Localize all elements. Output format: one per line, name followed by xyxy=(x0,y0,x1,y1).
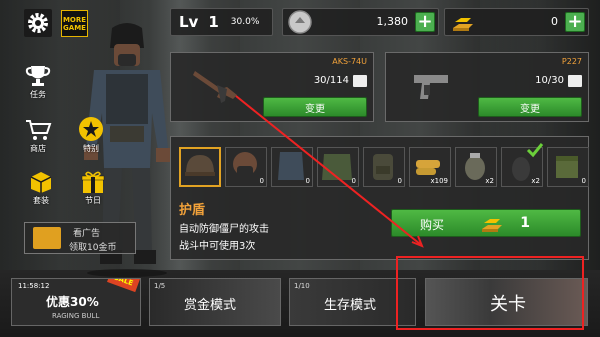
add-gold-button[interactable]: + xyxy=(565,12,585,32)
package-label: 套装 xyxy=(33,196,49,205)
secondary-weapon-ammo: 10/30 xyxy=(535,75,564,86)
item-count: 0 xyxy=(351,177,356,185)
change-secondary-button[interactable]: 变更 xyxy=(478,97,582,117)
helmet-icon xyxy=(185,155,215,176)
package-box-icon xyxy=(30,172,52,193)
task-button[interactable]: 任务 xyxy=(24,64,52,100)
secondary-weapon-panel: P227 10/30 变更 xyxy=(385,52,589,122)
sale-label: 优惠30% xyxy=(46,295,99,309)
pistol-icon xyxy=(414,75,448,99)
primary-weapon-ammo: 30/114 xyxy=(313,75,349,86)
gas-mask-item[interactable]: 0 xyxy=(225,147,267,187)
sale-offer-button[interactable]: 11:58:12 优惠30% RAGING BULL SALE xyxy=(11,278,141,326)
shop-label: 商店 xyxy=(30,144,46,153)
item-desc-line2: 战斗中可使用3次 xyxy=(179,241,256,252)
add-coins-button[interactable]: + xyxy=(415,12,435,32)
primary-weapon-name: AKS-74U xyxy=(332,57,367,66)
ammo-box-icon xyxy=(556,156,578,178)
settings-gear-icon[interactable] xyxy=(24,9,52,37)
shop-button[interactable]: 商店 xyxy=(24,118,52,154)
level-number: 1 xyxy=(208,13,219,31)
secondary-weapon-name: P227 xyxy=(561,57,582,66)
primary-weapon-panel: AKS-74U 30/114 变更 xyxy=(170,52,374,122)
task-label: 任务 xyxy=(30,90,46,99)
bullet-icon xyxy=(568,75,582,87)
gift-icon xyxy=(81,171,105,193)
watch-ad-button[interactable]: 看广告 领取10金币 xyxy=(24,222,136,254)
gold-panel: 0 + xyxy=(444,8,589,36)
backpack-item[interactable]: 0 xyxy=(363,147,405,187)
item-count: x109 xyxy=(430,177,448,185)
special-label: 特别 xyxy=(83,144,99,153)
bounty-count: 1/5 xyxy=(154,282,166,290)
buy-price: 1 xyxy=(520,215,530,231)
buy-button[interactable]: 购买 1 xyxy=(391,209,581,237)
vest-icon xyxy=(278,152,304,180)
level-prefix: Lv xyxy=(179,13,199,31)
sale-tag: SALE xyxy=(107,279,140,293)
helmet-item[interactable] xyxy=(179,147,221,187)
item-count: x2 xyxy=(485,177,494,185)
ad-line2: 领取10金币 xyxy=(69,243,117,253)
more-game-button[interactable]: MORE GAME xyxy=(61,10,88,37)
item-description: 自动防御僵尸的攻击 战斗中可使用3次 xyxy=(179,221,269,255)
item-count: 0 xyxy=(581,177,586,185)
gold-bars-icon xyxy=(453,18,473,31)
bounty-label: 赏金模式 xyxy=(184,298,237,313)
survival-count: 1/10 xyxy=(294,282,310,290)
coin-value: 1,380 xyxy=(376,15,409,28)
buy-label: 购买 xyxy=(420,218,445,232)
level-percent: 30.0% xyxy=(230,17,260,27)
gift-label: 节日 xyxy=(85,196,101,205)
package-button[interactable]: 套装 xyxy=(28,170,54,206)
ammo-item[interactable]: x109 xyxy=(409,147,451,187)
coin-panel: 1,380 + xyxy=(282,8,439,36)
item-count: 0 xyxy=(305,177,310,185)
sale-subtitle: RAGING BULL xyxy=(52,312,100,320)
gift-button[interactable]: 节日 xyxy=(80,170,106,206)
ammo-box-item[interactable]: 0 xyxy=(547,147,589,187)
bounty-mode-button[interactable]: 1/5 赏金模式 xyxy=(149,278,281,326)
rifle-icon xyxy=(193,71,237,103)
star-badge-icon xyxy=(79,117,103,141)
special-button[interactable]: 特别 xyxy=(78,116,104,154)
vest-item[interactable]: 0 xyxy=(271,147,313,187)
jacket-icon xyxy=(322,154,352,180)
item-panel: 0 0 0 0 x109 x2 x2 0 护盾 自动防御僵尸的攻击 战斗中可使用… xyxy=(170,136,589,260)
bullet-icon xyxy=(353,75,367,87)
grenade-item[interactable]: x2 xyxy=(455,147,497,187)
item-title: 护盾 xyxy=(179,203,206,218)
gas-mask-icon xyxy=(233,152,257,178)
change-primary-button[interactable]: 变更 xyxy=(263,97,367,117)
silver-coin-icon xyxy=(288,10,312,34)
item-count: 0 xyxy=(259,177,264,185)
gold-bars-icon xyxy=(482,219,502,232)
film-icon xyxy=(33,227,61,249)
survival-label: 生存模式 xyxy=(324,298,377,313)
frag-grenade-item[interactable]: x2 xyxy=(501,143,544,187)
backpack-icon xyxy=(373,154,393,180)
ad-line1: 看广告 xyxy=(73,229,101,239)
jacket-item[interactable]: 0 xyxy=(317,147,359,187)
trophy-icon xyxy=(25,66,51,86)
sale-timer: 11:58:12 xyxy=(18,282,50,290)
item-count: 0 xyxy=(397,177,402,185)
level-panel: Lv 1 30.0% xyxy=(170,8,273,36)
checkmark-icon xyxy=(526,143,544,158)
highlight-box xyxy=(396,256,584,330)
shopping-cart-icon xyxy=(26,120,52,140)
item-desc-line1: 自动防御僵尸的攻击 xyxy=(179,224,269,235)
item-count: x2 xyxy=(531,177,540,185)
gold-value: 0 xyxy=(551,15,558,28)
